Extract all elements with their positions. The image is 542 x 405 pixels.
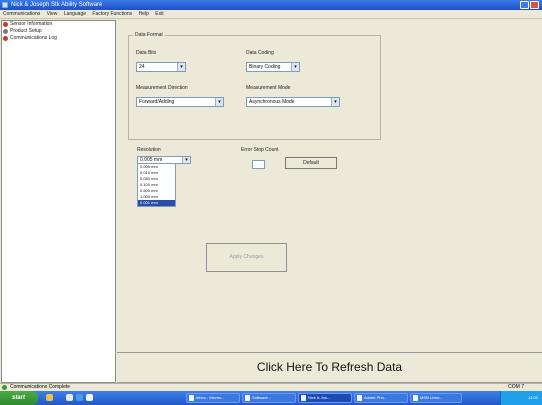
taskbar-item-label: Adobe Pho... [364,395,388,400]
tree-item-sensor-information[interactable]: Sensor Information [2,21,115,28]
tree-item-label: Communications Log [10,35,57,41]
resolution-option-selected[interactable]: 0.001 mm [138,200,175,206]
measurement-mode-value: Asynchronous Mode [249,99,295,105]
data-bits-value: 24 [139,64,145,70]
tree-item-product-setup[interactable]: Product Setup [2,28,115,35]
navigation-tree: Sensor Information Product Setup Communi… [1,20,116,383]
start-button[interactable]: start [0,391,38,405]
quick-launch-icon[interactable] [86,394,93,401]
window-title: Nick & Joseph Stk Ability Software [11,2,103,8]
taskbar: start Inbox - Micros... Software... Nick… [0,391,542,405]
data-coding-label: Data Coding [246,50,274,56]
system-tray: 12:00 [500,391,542,405]
taskbar-item[interactable]: Software... [242,393,296,403]
data-coding-select[interactable]: Binary Coding ▾ [246,62,300,72]
status-text: Communications Complete [10,384,71,390]
status-bar: Communications Complete COM 7 [0,383,542,391]
status-dot-icon [3,22,8,27]
taskbar-item-active[interactable]: Nick & Jos... [298,393,352,403]
measurement-mode-label: Measurement Mode [246,85,291,91]
chevron-down-icon[interactable]: ▾ [177,63,185,71]
measurement-direction-value: Forward/Adding [139,99,175,105]
application-window: Nick & Joseph Stk Ability Software Commu… [0,0,542,405]
taskbar-item-label: MSN Linke... [420,395,443,400]
clock: 12:00 [527,395,538,400]
quick-launch-icon[interactable] [66,394,73,401]
status-port: COM 7 [508,384,524,390]
taskbar-item-label: Software... [252,395,272,400]
window-icon [413,395,418,401]
menu-factory-functions[interactable]: Factory Functions [92,11,132,17]
menu-communications[interactable]: Communications [3,11,40,17]
group-title: Data Format [133,32,165,38]
error-stop-count-input[interactable] [252,160,265,169]
window-icon [301,395,306,401]
default-button[interactable]: Default [285,157,337,169]
taskbar-item[interactable]: MSN Linke... [410,393,462,403]
chevron-down-icon[interactable]: ▾ [215,98,223,106]
status-ok-icon [2,385,7,390]
settings-icon [3,29,8,34]
main-content: Data Format Data Bits 24 ▾ Data Coding B… [117,20,542,383]
error-stop-count-label: Error Stop Count [241,147,279,153]
taskbar-item[interactable]: Inbox - Micros... [186,393,240,403]
taskbar-item-label: Nick & Jos... [308,395,331,400]
menu-language[interactable]: Language [64,11,86,17]
data-bits-select[interactable]: 24 ▾ [136,62,186,72]
tree-item-communications-log[interactable]: Communications Log [2,35,115,42]
window-icon [189,395,194,401]
apply-changes-button[interactable]: Apply Changes [206,243,287,272]
measurement-mode-select[interactable]: Asynchronous Mode ▾ [246,97,340,107]
taskbar-item[interactable]: Adobe Pho... [354,393,408,403]
menu-view[interactable]: View [47,11,58,17]
data-coding-value: Binary Coding [249,64,281,70]
maximize-icon[interactable] [520,1,529,9]
app-icon [2,2,8,8]
menu-exit[interactable]: Exit [155,11,163,17]
title-bar[interactable]: Nick & Joseph Stk Ability Software [0,0,542,10]
data-bits-label: Data Bits [136,50,157,56]
chevron-down-icon[interactable]: ▾ [182,157,190,163]
window-icon [357,395,362,401]
window-icon [245,395,250,401]
menu-help[interactable]: Help [139,11,149,17]
close-icon[interactable] [530,1,539,9]
taskbar-item-label: Inbox - Micros... [196,395,225,400]
data-format-group: Data Format Data Bits 24 ▾ Data Coding B… [128,32,381,140]
status-dot-icon [3,36,8,41]
measurement-direction-label: Measurement Direction [136,85,188,91]
resolution-dropdown-list: 0.005 mm 0.010 mm 0.050 mm 0.100 mm 0.50… [137,163,176,207]
tree-item-label: Product Setup [10,28,42,34]
refresh-data-button[interactable]: Click Here To Refresh Data [117,352,542,383]
chevron-down-icon[interactable]: ▾ [331,98,339,106]
tree-item-label: Sensor Information [10,21,53,27]
resolution-label: Resolution [137,147,161,153]
menu-bar: Communications View Language Factory Fun… [0,10,542,19]
measurement-direction-select[interactable]: Forward/Adding ▾ [136,97,224,107]
chevron-down-icon[interactable]: ▾ [291,63,299,71]
quick-launch-icon[interactable] [46,394,53,401]
quick-launch-icon[interactable] [76,394,83,401]
